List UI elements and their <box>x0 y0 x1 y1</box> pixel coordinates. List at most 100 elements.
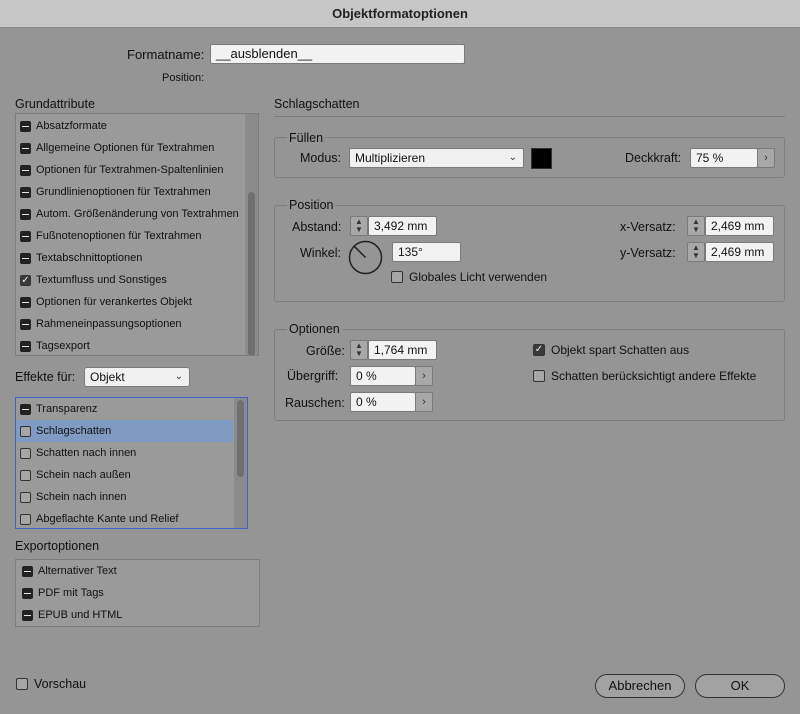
global-light-checkbox[interactable]: Globales Licht verwenden <box>391 270 547 284</box>
checkbox-icon[interactable] <box>20 513 31 525</box>
checkbox-icon[interactable] <box>20 491 31 503</box>
list-item[interactable]: Schein nach außen <box>16 464 233 486</box>
list-item[interactable]: Transparenz <box>16 398 233 420</box>
effekte-select[interactable]: Objekt ⌄ <box>84 367 190 387</box>
uebergriff-input[interactable]: 0 % <box>350 366 416 386</box>
list-item[interactable]: Tagsexport <box>16 335 244 355</box>
format-name-label: Formatname: <box>127 47 205 62</box>
format-name-input[interactable]: __ausblenden__ <box>210 44 465 64</box>
groesse-input[interactable]: 1,764 mm <box>368 340 437 360</box>
angle-dial[interactable] <box>348 240 383 275</box>
ok-button[interactable]: OK <box>695 674 785 698</box>
modus-select[interactable]: Multiplizieren ⌄ <box>349 148 524 168</box>
mixed-state-icon[interactable] <box>20 296 31 308</box>
grundattribute-scroll-thumb[interactable] <box>248 192 255 355</box>
optionen-title: Optionen <box>287 322 342 336</box>
rauschen-slider-button[interactable]: › <box>415 392 433 412</box>
preview-checkbox[interactable]: Vorschau <box>16 677 86 691</box>
knockout-label: Objekt spart Schatten aus <box>551 343 690 357</box>
mixed-state-icon[interactable] <box>20 403 31 415</box>
chevron-right-icon: › <box>422 370 426 382</box>
list-item[interactable]: Optionen für Textrahmen-Spaltenlinien <box>16 159 244 181</box>
list-item[interactable]: Absatzformate <box>16 115 244 137</box>
list-item[interactable]: EPUB und HTML <box>16 604 256 626</box>
list-item[interactable]: Optionen für verankertes Objekt <box>16 291 244 313</box>
grundattribute-title: Grundattribute <box>15 97 95 111</box>
effect-title: Schlagschatten <box>274 97 360 111</box>
xversatz-input[interactable]: 2,469 mm <box>705 216 774 236</box>
list-item[interactable]: Schein nach innen <box>16 486 233 508</box>
list-item-label: EPUB und HTML <box>38 609 123 621</box>
honor-effects-label: Schatten berücksichtigt andere Effekte <box>551 369 757 383</box>
list-item[interactable]: ✓ Textumfluss und Sonstiges <box>16 269 244 291</box>
mixed-state-icon[interactable] <box>20 318 31 330</box>
mixed-state-icon[interactable] <box>20 340 31 352</box>
list-item-label: Allgemeine Optionen für Textrahmen <box>36 142 215 154</box>
preview-label: Vorschau <box>34 677 87 691</box>
checkbox-icon[interactable] <box>20 447 31 459</box>
yversatz-input[interactable]: 2,469 mm <box>705 242 774 262</box>
knockout-checkbox[interactable]: ✓ Objekt spart Schatten aus <box>533 343 689 357</box>
list-item[interactable]: PDF mit Tags <box>16 582 256 604</box>
global-light-label: Globales Licht verwenden <box>409 270 548 284</box>
list-item[interactable]: Schlagschatten <box>16 420 233 442</box>
mixed-state-icon[interactable] <box>22 565 33 577</box>
xversatz-stepper[interactable]: ▲ ▼ <box>687 216 705 236</box>
list-item-label: Schein nach außen <box>36 469 131 481</box>
list-item-label: Textabschnittoptionen <box>36 252 143 264</box>
deckkraft-slider-button[interactable]: › <box>757 148 775 168</box>
list-item-label: Textumfluss und Sonstiges <box>36 274 167 286</box>
mixed-state-icon[interactable] <box>20 252 31 264</box>
list-item[interactable]: Schatten nach innen <box>16 442 233 464</box>
mixed-state-icon[interactable] <box>20 208 31 220</box>
yversatz-stepper[interactable]: ▲ ▼ <box>687 242 705 262</box>
mixed-state-icon[interactable] <box>22 609 33 621</box>
list-item-label: Alternativer Text <box>38 565 117 577</box>
stepper-icon: ▲ ▼ <box>692 217 700 234</box>
export-title: Exportoptionen <box>15 539 100 553</box>
cancel-button[interactable]: Abbrechen <box>595 674 685 698</box>
winkel-input[interactable]: 135° <box>392 242 461 262</box>
uebergriff-slider-button[interactable]: › <box>415 366 433 386</box>
chevron-right-icon: › <box>764 152 768 164</box>
stepper-icon: ▲ ▼ <box>355 217 363 234</box>
grundattribute-scrollbar[interactable] <box>245 114 258 355</box>
checkbox-icon <box>533 370 545 382</box>
grundattribute-list: Absatzformate Allgemeine Optionen für Tex… <box>15 113 259 356</box>
effekte-scrollbar[interactable] <box>234 398 247 528</box>
chevron-down-icon: ⌄ <box>508 152 517 163</box>
mixed-state-icon[interactable] <box>22 587 33 599</box>
mixed-state-icon[interactable] <box>20 164 31 176</box>
list-item[interactable]: Grundlinienoptionen für Textrahmen <box>16 181 244 203</box>
export-list: Alternativer Text PDF mit Tags EPUB und HT… <box>15 559 260 627</box>
checkbox-icon <box>16 678 28 690</box>
mixed-state-icon[interactable] <box>20 142 31 154</box>
checkbox-icon[interactable] <box>20 469 31 481</box>
mixed-state-icon[interactable] <box>20 230 31 242</box>
groesse-stepper[interactable]: ▲ ▼ <box>350 340 368 360</box>
abstand-stepper[interactable]: ▲ ▼ <box>350 216 368 236</box>
list-item[interactable]: Fußnotenoptionen für Textrahmen <box>16 225 244 247</box>
effekte-select-value: Objekt <box>90 370 125 384</box>
abstand-input[interactable]: 3,492 mm <box>368 216 437 236</box>
groesse-label: Größe: <box>306 344 345 358</box>
list-item[interactable]: Alternativer Text <box>16 560 256 582</box>
list-item[interactable]: Textabschnittoptionen <box>16 247 244 269</box>
list-item-label: Autom. Größenänderung von Textrahmen <box>36 208 239 220</box>
mixed-state-icon[interactable] <box>20 120 31 132</box>
deckkraft-input[interactable]: 75 % <box>690 148 758 168</box>
rauschen-input[interactable]: 0 % <box>350 392 416 412</box>
list-item[interactable]: Rahmeneinpassungsoptionen <box>16 313 244 335</box>
shadow-color-swatch[interactable] <box>531 148 552 169</box>
mixed-state-icon[interactable] <box>20 186 31 198</box>
list-item[interactable]: Abgeflachte Kante und Relief <box>16 508 233 528</box>
modus-label: Modus: <box>300 151 341 165</box>
xversatz-label: x-Versatz: <box>620 220 676 234</box>
effekte-scroll-thumb[interactable] <box>237 400 244 477</box>
checkmark-icon[interactable]: ✓ <box>20 274 31 286</box>
position-title: Position <box>287 198 336 212</box>
honor-effects-checkbox[interactable]: Schatten berücksichtigt andere Effekte <box>533 369 756 383</box>
list-item[interactable]: Allgemeine Optionen für Textrahmen <box>16 137 244 159</box>
list-item[interactable]: Autom. Größenänderung von Textrahmen <box>16 203 244 225</box>
checkbox-icon[interactable] <box>20 425 31 437</box>
